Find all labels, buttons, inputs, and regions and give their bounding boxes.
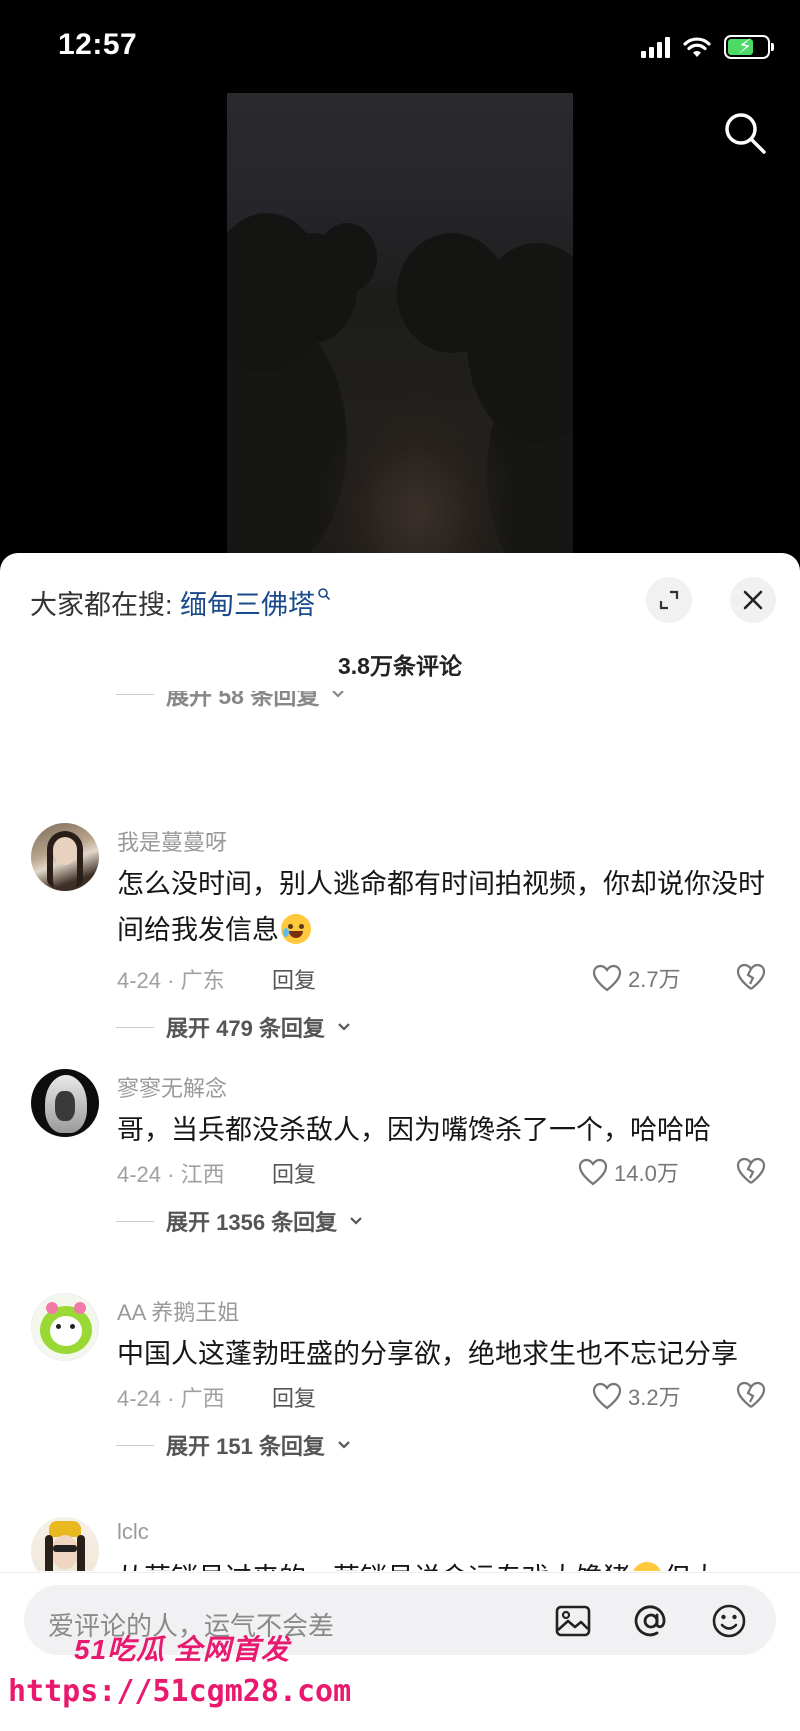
status-bar: 12:57 ⚡ xyxy=(0,0,800,90)
avatar[interactable] xyxy=(31,1517,99,1571)
chevron-down-icon xyxy=(332,691,345,698)
search-icon[interactable] xyxy=(722,110,768,156)
search-small-icon xyxy=(318,588,331,601)
close-sheet-button[interactable] xyxy=(730,577,776,623)
broken-heart-icon[interactable] xyxy=(736,963,766,991)
reply-button[interactable]: 回复 xyxy=(272,1157,316,1189)
comment-username[interactable]: 寥寥无解念 xyxy=(117,1071,227,1103)
broken-heart-icon[interactable] xyxy=(736,1381,766,1409)
comment-text: 怎么没时间，别人逃命都有时间拍视频，你却说你没时间给我发信息 xyxy=(117,869,765,945)
comment-text: 从营销号过来的，营销号说命运专戏大馋猪但大 xyxy=(117,1555,777,1571)
at-icon[interactable] xyxy=(632,1602,670,1640)
signal-icon xyxy=(641,36,670,58)
broken-heart-icon[interactable] xyxy=(736,1157,766,1185)
heart-icon xyxy=(578,1158,608,1186)
status-time: 12:57 xyxy=(58,28,138,61)
comment-date-location: 4-24 · 江西 xyxy=(117,1162,225,1187)
expand-icon xyxy=(659,590,679,610)
expand-replies-button[interactable]: 展开 151 条回复 xyxy=(116,1429,351,1461)
comment-item: 寥寥无解念 哥，当兵都没杀敌人，因为嘴馋杀了一个，哈哈哈 4-24 · 江西 回… xyxy=(0,1069,800,1259)
watermark-logo: 51吃瓜 全网首发 xyxy=(74,1634,290,1665)
comment-username[interactable]: AA 养鹅王姐 xyxy=(117,1295,239,1327)
status-icons: ⚡ xyxy=(641,34,774,60)
heart-icon xyxy=(592,964,622,992)
input-divider xyxy=(0,1572,800,1573)
rofl-emoji-icon xyxy=(632,1562,662,1571)
watermark-url: https://51cgm28.com xyxy=(8,1674,352,1709)
chevron-down-icon xyxy=(350,1217,362,1225)
avatar[interactable] xyxy=(31,823,99,891)
comment-item: AA 养鹅王姐 中国人这蓬勃旺盛的分享欲，绝地求生也不忘记分享 4-24 · 广… xyxy=(0,1293,800,1483)
comment-date-location: 4-24 · 广西 xyxy=(117,1386,225,1411)
expand-replies-button[interactable]: 展开 1356 条回复 xyxy=(116,1205,363,1237)
wifi-icon xyxy=(683,37,711,57)
heart-icon xyxy=(592,1382,622,1410)
like-count: 2.7万 xyxy=(628,967,681,992)
reply-button[interactable]: 回复 xyxy=(272,963,316,995)
comment-sheet: 大家都在搜: 缅甸三佛塔 3.8万条评论 展开 58 条回复 我是蔓蔓呀 怎么没… xyxy=(0,553,800,1731)
search-hint-keyword[interactable]: 缅甸三佛塔 xyxy=(180,590,315,620)
reply-button[interactable]: 回复 xyxy=(272,1381,316,1413)
comment-item: 我是蔓蔓呀 怎么没时间，别人逃命都有时间拍视频，你却说你没时间给我发信息 4-2… xyxy=(0,823,800,1043)
comment-username[interactable]: 我是蔓蔓呀 xyxy=(117,825,227,857)
like-count: 14.0万 xyxy=(614,1161,679,1186)
comment-date-location: 4-24 · 广东 xyxy=(117,968,225,993)
comment-item: lclc 从营销号过来的，营销号说命运专戏大馋猪但大 xyxy=(0,1517,800,1571)
search-hint-prefix: 大家都在搜: xyxy=(30,590,173,620)
comment-list[interactable]: 展开 58 条回复 我是蔓蔓呀 怎么没时间，别人逃命都有时间拍视频，你却说你没时… xyxy=(0,691,800,1571)
expand-sheet-button[interactable] xyxy=(646,577,692,623)
like-button[interactable]: 14.0万 xyxy=(578,1156,679,1188)
charging-icon: ⚡ xyxy=(738,36,753,58)
image-icon[interactable] xyxy=(554,1602,592,1640)
chevron-down-icon xyxy=(338,1023,350,1031)
close-icon xyxy=(743,590,763,610)
comment-username[interactable]: lclc xyxy=(117,1519,149,1545)
comment-count-title: 3.8万条评论 xyxy=(338,653,462,679)
comment-text: 中国人这蓬勃旺盛的分享欲，绝地求生也不忘记分享 xyxy=(117,1339,738,1369)
chevron-down-icon xyxy=(338,1441,350,1449)
avatar[interactable] xyxy=(31,1069,99,1137)
comment-text: 哥，当兵都没杀敌人，因为嘴馋杀了一个，哈哈哈 xyxy=(117,1115,711,1145)
video-frame[interactable] xyxy=(227,93,573,560)
expand-replies-partial[interactable]: 展开 58 条回复 xyxy=(116,691,345,711)
battery-icon: ⚡ xyxy=(724,35,774,59)
like-button[interactable]: 2.7万 xyxy=(592,962,681,994)
expand-replies-button[interactable]: 展开 479 条回复 xyxy=(116,1011,351,1043)
like-count: 3.2万 xyxy=(628,1385,681,1410)
avatar[interactable] xyxy=(31,1293,99,1361)
trending-search-hint[interactable]: 大家都在搜: 缅甸三佛塔 xyxy=(30,583,331,622)
like-button[interactable]: 3.2万 xyxy=(592,1380,681,1412)
emoji-icon[interactable] xyxy=(710,1602,748,1640)
sweat-smile-emoji-icon xyxy=(281,914,311,944)
